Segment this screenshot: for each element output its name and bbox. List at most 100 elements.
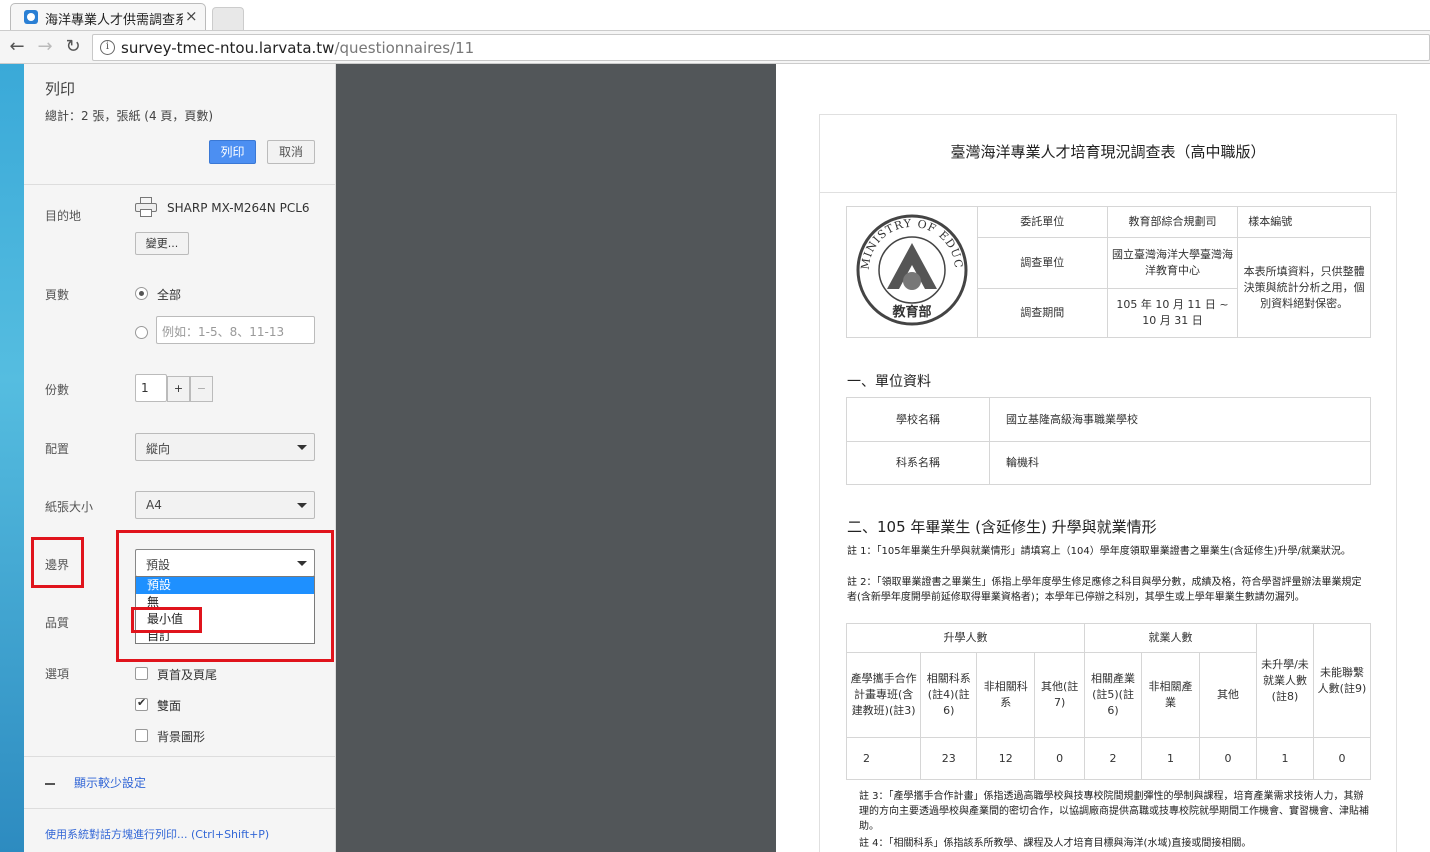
ministry-of-education-logo: MINISTRY OF EDUCATION 教育部 [850, 203, 968, 325]
unrelated-dept-header: 非相關科系 [976, 652, 1036, 738]
copies-plus-button[interactable]: + [167, 376, 190, 402]
commission-value: 教育部綜合規劃司 [1106, 206, 1239, 238]
related-dept-header: 相關科系(註4)(註6) [920, 652, 978, 738]
note-3: 註 3：「產學攜手合作計畫」係指透過高職學校與技專校院間規劃彈性的學制與課程，培… [859, 791, 1369, 832]
destination-label: 目的地 [45, 209, 82, 223]
duplex-checkbox[interactable] [135, 696, 148, 711]
background-strip [0, 64, 24, 852]
address-bar[interactable]: i survey-tmec-ntou.larvata.tw/questionna… [92, 34, 1430, 61]
options-label: 選項 [45, 667, 70, 681]
survey-period-label: 調查期間 [976, 288, 1108, 338]
tab-strip: 海洋專業人才供需調查系 × [0, 0, 1430, 30]
header-footer-checkbox[interactable] [135, 667, 148, 680]
other-study-header: 其他(註7) [1034, 652, 1086, 738]
printer-name: SHARP MX-M264N PCL6 [167, 201, 310, 215]
print-summary: 總計：2 張，張紙 (4 頁，頁數) [45, 109, 214, 123]
unrelated-industry-header: 非相關產業 [1141, 652, 1200, 738]
value-cell: 0 [1312, 737, 1372, 780]
pages-all-label: 全部 [157, 288, 182, 302]
new-tab-button[interactable] [212, 7, 244, 30]
divider [24, 756, 335, 757]
url-host: survey-tmec-ntou.larvata.tw [121, 39, 335, 57]
layout-select[interactable]: 縱向 [135, 433, 315, 461]
quality-label: 品質 [45, 616, 70, 630]
school-label: 學校名稱 [846, 397, 990, 442]
section2-heading: 二、105 年畢業生 (含延修生) 升學與就業情形 [847, 518, 1157, 536]
cancel-button[interactable]: 取消 [267, 140, 315, 164]
system-dialog-link[interactable]: 使用系統對話方塊進行列印... (Ctrl+Shift+P) [45, 826, 269, 842]
highlight-box-margins-label [31, 537, 84, 588]
value-cell: 0 [1034, 737, 1086, 780]
related-industry-header: 相關產業(註5)(註6) [1084, 652, 1143, 738]
background-graphics-label: 背景圖形 [157, 730, 206, 744]
value-cell: 1 [1141, 737, 1200, 780]
site-info-icon[interactable]: i [100, 40, 115, 55]
school-value: 國立基隆高級海事職業學校 [989, 397, 1371, 442]
divider [24, 808, 335, 809]
pages-custom-radio[interactable] [135, 326, 148, 339]
employment-header: 就業人數 [1084, 623, 1257, 653]
unit-table: 學校名稱 國立基隆高級海事職業學校 科系名稱 輪機科 [846, 397, 1371, 485]
duplex-label: 雙面 [157, 699, 182, 713]
url-path: /questionnaires/11 [334, 39, 475, 57]
graduates-table: 升學人數 就業人數 未升學/未就業人數(註8) 未能聯繫人數(註9) 產學攜手合… [845, 623, 1372, 780]
commission-label: 委託單位 [976, 206, 1108, 238]
value-cell: 1 [1255, 737, 1314, 780]
other-employment-header: 其他 [1199, 652, 1257, 738]
back-icon[interactable]: ← [7, 36, 27, 57]
background-graphics-checkbox[interactable] [135, 729, 148, 742]
pages-label: 頁數 [45, 288, 70, 302]
change-destination-button[interactable]: 變更... [135, 232, 189, 255]
value-cell: 2 [1084, 737, 1143, 780]
pages-all-radio[interactable] [135, 287, 148, 300]
site-favicon-icon [24, 10, 38, 24]
logo-chinese-text: 教育部 [891, 304, 931, 320]
print-settings-panel: 列印 總計：2 張，張紙 (4 頁，頁數) 列印 取消 目的地 SHARP MX… [24, 64, 336, 852]
fewer-settings-link[interactable]: 顯示較少設定 [74, 774, 146, 791]
survey-unit-label: 調查單位 [976, 237, 1108, 289]
unreachable-header: 未能聯繫人數(註9) [1312, 623, 1372, 738]
privacy-note: 本表所填資料，只供整體決策與統計分析之用，個別資料絕對保密。 [1237, 237, 1371, 338]
paper-size-select[interactable]: A4 [135, 491, 315, 519]
note-2: 註 2：「領取畢業證書之畢業生」係指上學年度學生修足應修之科目與學分數，成績及格… [847, 577, 1362, 603]
url-text: survey-tmec-ntou.larvata.tw/questionnair… [121, 39, 474, 57]
value-cell: 12 [976, 737, 1036, 780]
section1-heading: 一、單位資料 [847, 374, 931, 390]
info-table: MINISTRY OF EDUCATION 教育部 委託單位 教育部綜合規劃司 … [846, 203, 1371, 338]
value-cell: 2 [845, 737, 922, 780]
note-4: 註 4：「相關科系」係指該系所教學、課程及人才培育目標與海洋(水域)直接或間接相… [859, 838, 1252, 849]
print-button[interactable]: 列印 [209, 140, 256, 164]
pages-range-input[interactable]: 例如：1-5、8、11-13 [156, 316, 315, 344]
highlight-box-minimum-option [131, 607, 202, 633]
browser-tab[interactable]: 海洋專業人才供需調查系 × [10, 3, 206, 30]
highlight-box-margins-dropdown [116, 530, 334, 662]
layout-label: 配置 [45, 442, 70, 456]
copies-label: 份數 [45, 383, 70, 397]
header-footer-label: 頁首及頁尾 [157, 668, 218, 682]
survey-period-value: 105 年 10 月 11 日 ~ 10 月 31 日 [1106, 288, 1239, 338]
tab-title: 海洋專業人才供需調查系 [45, 13, 183, 28]
reload-icon[interactable]: ↻ [63, 36, 83, 57]
dept-label: 科系名稱 [846, 441, 990, 485]
printer-icon [135, 197, 157, 217]
document-title: 臺灣海洋專業人才培育現況調查表（高中職版） [820, 115, 1396, 193]
further-study-header: 升學人數 [845, 623, 1086, 653]
coop-header: 產學攜手合作計畫專班(含建教班)(註3) [845, 652, 922, 738]
value-cell: 0 [1199, 737, 1257, 780]
forward-icon[interactable]: → [35, 36, 55, 57]
not-further-header: 未升學/未就業人數(註8) [1255, 623, 1314, 738]
value-cell: 23 [920, 737, 978, 780]
sample-label: 樣本編號 [1237, 206, 1371, 238]
copies-input[interactable]: 1 [135, 374, 167, 402]
print-title: 列印 [45, 80, 76, 98]
preview-background [336, 64, 776, 852]
note-1: 註 1：「105年畢業生升學與就業情形」請填寫上（104）學年度領取畢業證書之畢… [847, 546, 1351, 557]
address-toolbar: ← → ↻ i survey-tmec-ntou.larvata.tw/ques… [0, 30, 1430, 64]
divider [24, 184, 335, 185]
collapse-icon[interactable] [45, 783, 55, 785]
preview-page: 臺灣海洋專業人才培育現況調查表（高中職版） MINISTRY OF EDUCAT… [776, 64, 1430, 852]
copies-minus-button[interactable]: − [190, 376, 213, 402]
dept-value: 輪機科 [989, 441, 1371, 485]
paper-size-label: 紙張大小 [45, 500, 94, 514]
close-tab-icon[interactable]: × [185, 7, 198, 25]
